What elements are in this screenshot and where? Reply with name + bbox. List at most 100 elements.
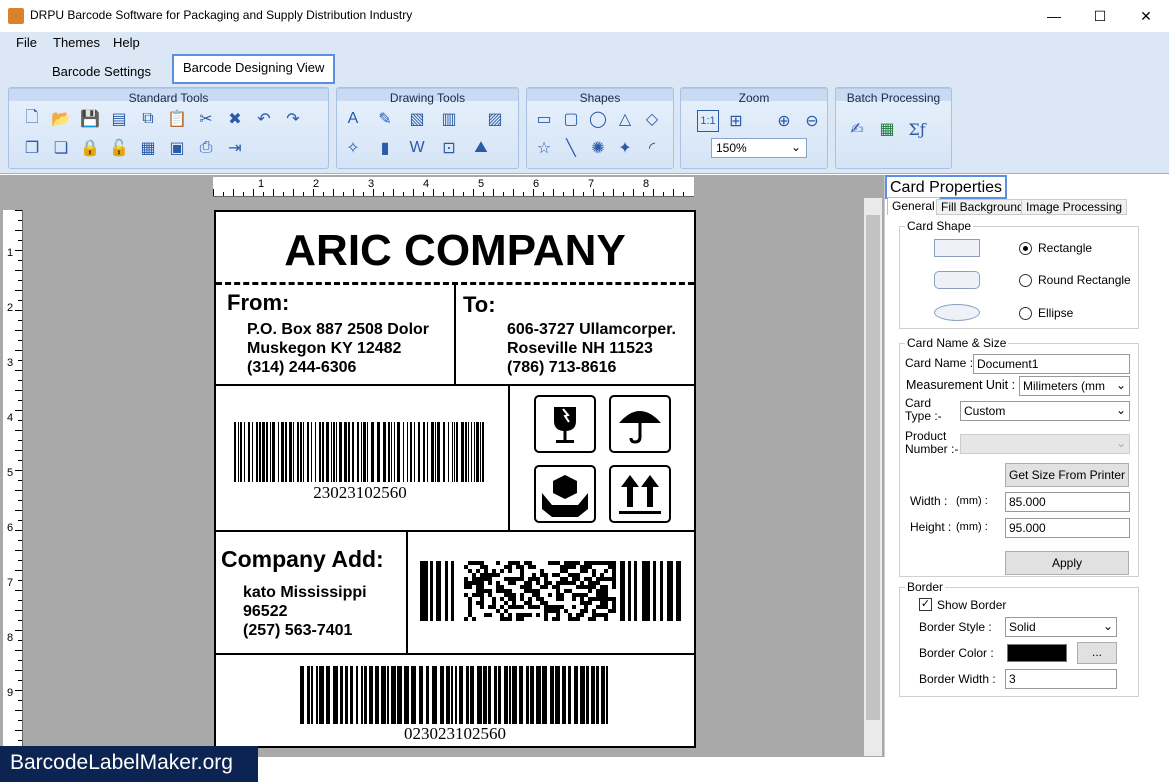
border-width-input[interactable]: 3 (1005, 669, 1117, 689)
apply-button[interactable]: Apply (1005, 551, 1129, 575)
export-icon[interactable]: ⇥ (224, 137, 246, 159)
tab-image-processing[interactable]: Image Processing (1021, 199, 1128, 215)
burst-icon[interactable]: ✺ (587, 137, 609, 159)
line-icon[interactable]: ╲ (560, 137, 582, 159)
barcode-module (484, 577, 488, 581)
triangle-icon[interactable]: △ (614, 108, 636, 130)
company-address[interactable]: kato Mississippi 96522 (257) 563-7401 (243, 583, 367, 640)
close-button[interactable]: ✕ (1123, 0, 1169, 32)
copy-icon[interactable]: ⧉ (137, 108, 159, 130)
tab-barcode-designing[interactable]: Barcode Designing View (172, 54, 336, 84)
from-address[interactable]: P.O. Box 887 2508 Dolor Muskegon KY 1248… (247, 320, 429, 377)
ellipse-icon[interactable]: ◯ (587, 108, 609, 130)
watermark-icon[interactable]: W (406, 137, 428, 159)
card-name-input[interactable]: Document1 (973, 354, 1130, 374)
bring-front-icon[interactable]: ❏ (50, 137, 72, 159)
star-icon[interactable]: ☆ (533, 137, 555, 159)
barcode-bar (568, 666, 571, 724)
batch-edit-icon[interactable]: ✍ (846, 118, 868, 140)
zoom-out-icon[interactable]: ⊖ (801, 110, 823, 132)
rectangle-icon[interactable]: ▭ (533, 108, 555, 130)
barcode-module (596, 605, 600, 609)
to-label[interactable]: To: (463, 292, 496, 318)
barcode-2[interactable] (420, 561, 682, 621)
ruler-number: 2 (313, 178, 320, 190)
library-icon[interactable]: ▮ (374, 137, 396, 159)
barcode-module (520, 565, 524, 569)
handle-with-care-icon[interactable] (534, 465, 596, 523)
ellipse-radio[interactable] (1019, 307, 1032, 320)
save-as-icon[interactable]: ▤ (108, 108, 130, 130)
image-icon[interactable]: ▧ (406, 108, 428, 130)
tab-general[interactable]: General (887, 197, 940, 215)
send-back-icon[interactable]: ❐ (21, 137, 43, 159)
round-rectangle-radio[interactable] (1019, 274, 1032, 287)
from-label[interactable]: From: (227, 290, 289, 316)
actual-size-icon[interactable]: 1:1 (697, 110, 719, 132)
barcode-1[interactable] (234, 422, 486, 482)
barcode-bar (300, 666, 304, 724)
arc-icon[interactable]: ◜ (641, 137, 663, 159)
tab-barcode-settings[interactable]: Barcode Settings (42, 58, 161, 84)
print-preview-icon[interactable]: ▣ (166, 137, 188, 159)
fragile-icon[interactable] (534, 395, 596, 453)
tab-fill-background[interactable]: Fill Background (936, 199, 1029, 215)
menu-help[interactable]: Help (113, 35, 140, 50)
scrollbar-thumb[interactable] (866, 215, 880, 720)
to-address[interactable]: 606-3727 Ullamcorper. Roseville NH 11523… (507, 320, 676, 377)
show-border-checkbox[interactable]: ✓ (919, 598, 932, 611)
diamond-icon[interactable]: ◇ (641, 108, 663, 130)
border-style-select[interactable]: Solid ⌄ (1005, 617, 1117, 637)
pencil-icon[interactable]: ✎ (374, 108, 396, 130)
grid-icon[interactable]: ▦ (137, 137, 159, 159)
lock-icon[interactable]: 🔒 (79, 137, 101, 159)
cut-icon[interactable]: ✂ (195, 108, 217, 130)
add-line: (257) 563-7401 (243, 622, 353, 639)
measurement-unit-select[interactable]: Milimeters (mm ⌄ (1019, 376, 1130, 396)
barcode-module (472, 593, 476, 597)
company-add-label[interactable]: Company Add: (221, 546, 384, 573)
border-color-picker-button[interactable]: ... (1077, 642, 1117, 664)
picture-icon[interactable]: ▨ (484, 108, 506, 130)
maximize-button[interactable]: ☐ (1077, 0, 1123, 32)
star-shape-icon[interactable]: ✧ (342, 137, 364, 159)
unlock-icon[interactable]: 🔓 (108, 137, 130, 159)
get-size-from-printer-button[interactable]: Get Size From Printer (1005, 463, 1129, 487)
new-icon[interactable]: 🗋 (21, 108, 43, 130)
company-title[interactable]: ARIC COMPANY (216, 226, 694, 276)
ruler-number: 3 (7, 357, 14, 369)
undo-icon[interactable]: ↶ (253, 108, 275, 130)
width-input[interactable]: 85.000 (1005, 492, 1130, 512)
label-card[interactable]: ARIC COMPANY From: P.O. Box 887 2508 Dol… (214, 210, 696, 748)
umbrella-icon[interactable] (609, 395, 671, 453)
zoom-in-icon[interactable]: ⊕ (773, 110, 795, 132)
four-point-star-icon[interactable]: ✦ (614, 137, 636, 159)
border-color-swatch[interactable] (1007, 644, 1067, 662)
excel-icon[interactable]: ▦ (876, 118, 898, 140)
height-input[interactable]: 95.000 (1005, 518, 1130, 538)
paste-icon[interactable]: 📋 (166, 108, 188, 130)
print-icon[interactable]: ⎙ (195, 137, 217, 159)
select-dropdown-icon[interactable]: ⊡ (438, 137, 460, 159)
text-icon[interactable]: A (342, 108, 364, 130)
save-icon[interactable]: 💾 (79, 108, 101, 130)
this-way-up-icon[interactable] (609, 465, 671, 523)
menu-themes[interactable]: Themes (53, 35, 100, 50)
delete-icon[interactable]: ✖ (224, 108, 246, 130)
ruler-tick (303, 192, 304, 196)
barcode-icon[interactable]: ▥ (438, 108, 460, 130)
rounded-rectangle-icon[interactable]: ▢ (560, 108, 582, 130)
open-icon[interactable]: 📂 (50, 108, 72, 130)
card-type-select[interactable]: Custom ⌄ (960, 401, 1130, 421)
barcode-3[interactable] (300, 666, 610, 724)
zoom-select[interactable]: 150% ⌄ (711, 138, 807, 158)
minimize-button[interactable]: — (1031, 0, 1077, 32)
fit-to-window-icon[interactable]: ⊞ (725, 110, 747, 132)
menu-file[interactable]: File (16, 35, 37, 50)
image-dropdown-icon[interactable]: ⛰ (470, 137, 492, 159)
redo-icon[interactable]: ↷ (282, 108, 304, 130)
product-number-select[interactable]: ⌄ (960, 434, 1130, 454)
rectangle-radio[interactable] (1019, 242, 1032, 255)
formula-icon[interactable]: Σƒ (906, 118, 928, 140)
ruler-tick (18, 400, 22, 401)
